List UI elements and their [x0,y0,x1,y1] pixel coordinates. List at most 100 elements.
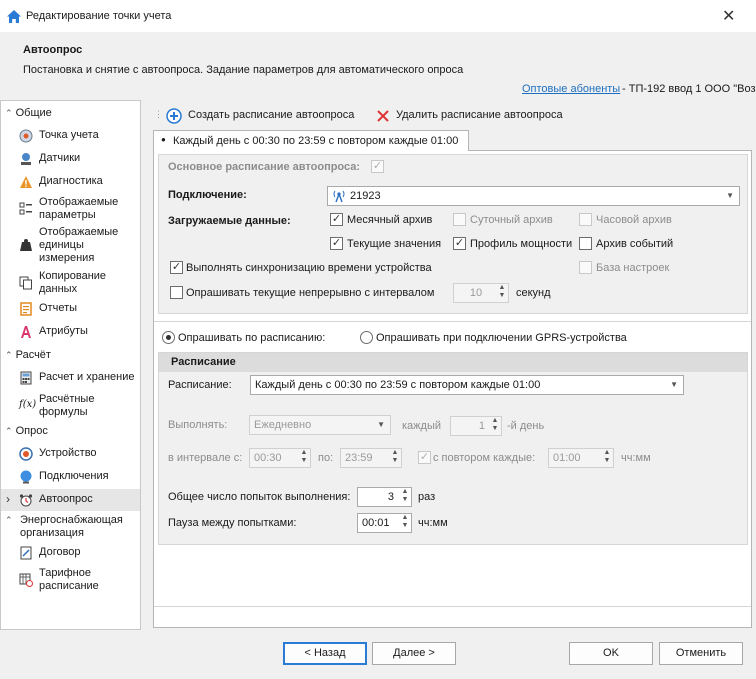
pause-label: Пауза между попытками: [168,517,297,529]
repeat-unit-label: чч:мм [621,452,651,464]
poll-by-schedule-label: Опрашивать по расписанию: [178,332,326,344]
interval-from-field: 00:30 ▲ ▼ [249,448,311,468]
nav-group-calculation[interactable]: ⌃ Расчёт [5,349,51,361]
attempts-unit-label: раз [418,491,436,503]
sidebar-item-label: Отображаемые единицы измерения [39,226,119,264]
create-schedule-button[interactable]: Создать расписание автоопроса [166,107,366,125]
main-settings-group: Основное расписание автоопроса: ✓ Подклю… [158,154,748,314]
divider [154,606,751,607]
poll-on-gprs-radio[interactable] [360,331,373,344]
daily-archive-checkbox [453,213,466,226]
pause-unit-label: чч:мм [418,517,448,529]
hourly-archive-label: Часовой архив [596,214,672,226]
sidebar-item-label: Договор [39,546,81,558]
poll-by-schedule-radio[interactable] [162,331,175,344]
tab-label: Каждый день с 00:30 по 23:59 с повтором … [173,135,459,147]
tab-bullet-icon: ● [161,135,166,144]
schedule-header: Расписание [159,353,747,372]
sidebar-item-label: Отчеты [39,302,78,314]
schedule-label: Расписание: [168,379,232,391]
next-button[interactable]: Далее > [372,642,456,665]
sync-time-label: Выполнять синхронизацию времени устройст… [186,262,432,274]
sidebar-item-label: Расчет и хранение [39,371,135,383]
attempts-label: Общее число попыток выполнения: [168,491,351,503]
schedule-select[interactable]: Каждый день с 00:30 по 23:59 с повтором … [250,375,684,395]
sensor-icon [21,153,31,165]
schedule-group: Расписание Расписание: Каждый день с 00:… [158,352,748,545]
monthly-archive-checkbox[interactable]: ✓ [330,213,343,226]
meter-icon [19,129,33,143]
sidebar-item-label: Устройство [39,447,97,459]
spinner-arrows-icon: ▲ ▼ [401,514,409,529]
report-icon [20,302,32,316]
alarm-clock-icon [19,494,33,507]
day-suffix-label: -й день [507,420,545,432]
pause-stepper[interactable]: 00:01 ▲ ▼ [357,513,412,533]
chevron-down-icon: ▼ [726,191,734,200]
daily-archive-label: Суточный архив [470,214,553,226]
nav-group-polling[interactable]: ⌃ Опрос [5,425,48,437]
sync-time-checkbox[interactable]: ✓ [170,261,183,274]
every-label: каждый [402,420,441,432]
cancel-button[interactable]: Отменить [659,642,743,665]
calculator-icon [20,371,32,385]
every-day-stepper: 1 ▲ ▼ [450,416,502,436]
back-button[interactable]: < Назад [283,642,367,665]
event-archive-checkbox[interactable] [579,237,592,250]
device-icon [19,447,33,461]
contract-icon [20,546,32,560]
run-label: Выполнять: [168,419,228,431]
sidebar-item-label: Диагностика [39,175,103,187]
settings-base-checkbox [579,261,592,274]
settings-base-label: База настроек [596,262,670,274]
tab-schedule[interactable]: ● Каждый день с 00:30 по 23:59 с повторо… [153,130,469,151]
copy-icon [19,276,32,290]
power-profile-label: Профиль мощности [470,238,573,250]
tab-content: Основное расписание автоопроса: ✓ Подклю… [153,150,752,628]
sidebar-item-label: Атрибуты [39,325,88,337]
chevron-right-icon: › [6,492,10,506]
tariff-schedule-icon [19,573,33,587]
power-profile-checkbox[interactable]: ✓ [453,237,466,250]
nav-group-general[interactable]: ⌃ Общие [5,107,52,119]
warning-icon [20,176,32,188]
poll-on-gprs-label: Опрашивать при подключении GPRS-устройст… [376,332,627,344]
monthly-archive-label: Месячный архив [347,214,433,226]
delete-schedule-button[interactable]: Удалить расписание автоопроса [376,107,586,125]
checklist-icon [19,202,32,215]
schedule-title: Расписание [171,356,236,368]
create-schedule-label: Создать расписание автоопроса [188,109,355,121]
page-description: Постановка и снятие с автоопроса. Задани… [23,64,464,76]
page-header: Автоопрос Постановка и снятие с автоопро… [0,32,756,100]
hourly-archive-checkbox [579,213,592,226]
delete-x-icon [377,110,389,122]
sidebar-item-label: Тарифное расписание [39,567,99,592]
breadcrumb-path: - ТП-192 ввод 1 ООО "Воз [622,83,756,95]
main-schedule-label: Основное расписание автоопроса: [168,161,361,173]
interval-to-field: 23:59 ▲ ▼ [340,448,402,468]
breadcrumb-link[interactable]: Оптовые абоненты [522,83,620,95]
attempts-stepper[interactable]: 3 ▲ ▼ [357,487,412,507]
main-area: ⌃ Общие Точка учета Датчики Диагностика … [0,100,756,631]
poll-current-checkbox[interactable] [170,286,183,299]
poll-interval-stepper: 10 ▲ ▼ [453,283,509,303]
spinner-arrows-icon: ▲ ▼ [498,284,506,299]
main-schedule-checkbox: ✓ [371,160,384,173]
formula-icon: f(x) [19,399,37,410]
chevron-down-icon: ▼ [670,380,678,389]
page-title: Автоопрос [23,44,83,56]
run-frequency-select: Ежедневно ▼ [249,415,391,435]
current-values-checkbox[interactable]: ✓ [330,237,343,250]
repeat-label: с повтором каждые: [433,452,536,464]
globe-icon [20,470,32,484]
toolbar-grip: ⋮ [154,109,163,119]
attribute-icon [21,326,31,338]
chevron-down-icon: ▼ [377,420,385,429]
poll-interval-unit: секунд [516,287,551,299]
repeat-interval-field: 01:00 ▲ ▼ [548,448,614,468]
add-circle-icon [166,108,182,124]
close-icon[interactable]: ✕ [722,6,735,26]
connection-label: Подключение: [168,189,247,201]
connection-select[interactable]: 21923 ▼ [327,186,740,206]
ok-button[interactable]: OK [569,642,653,665]
